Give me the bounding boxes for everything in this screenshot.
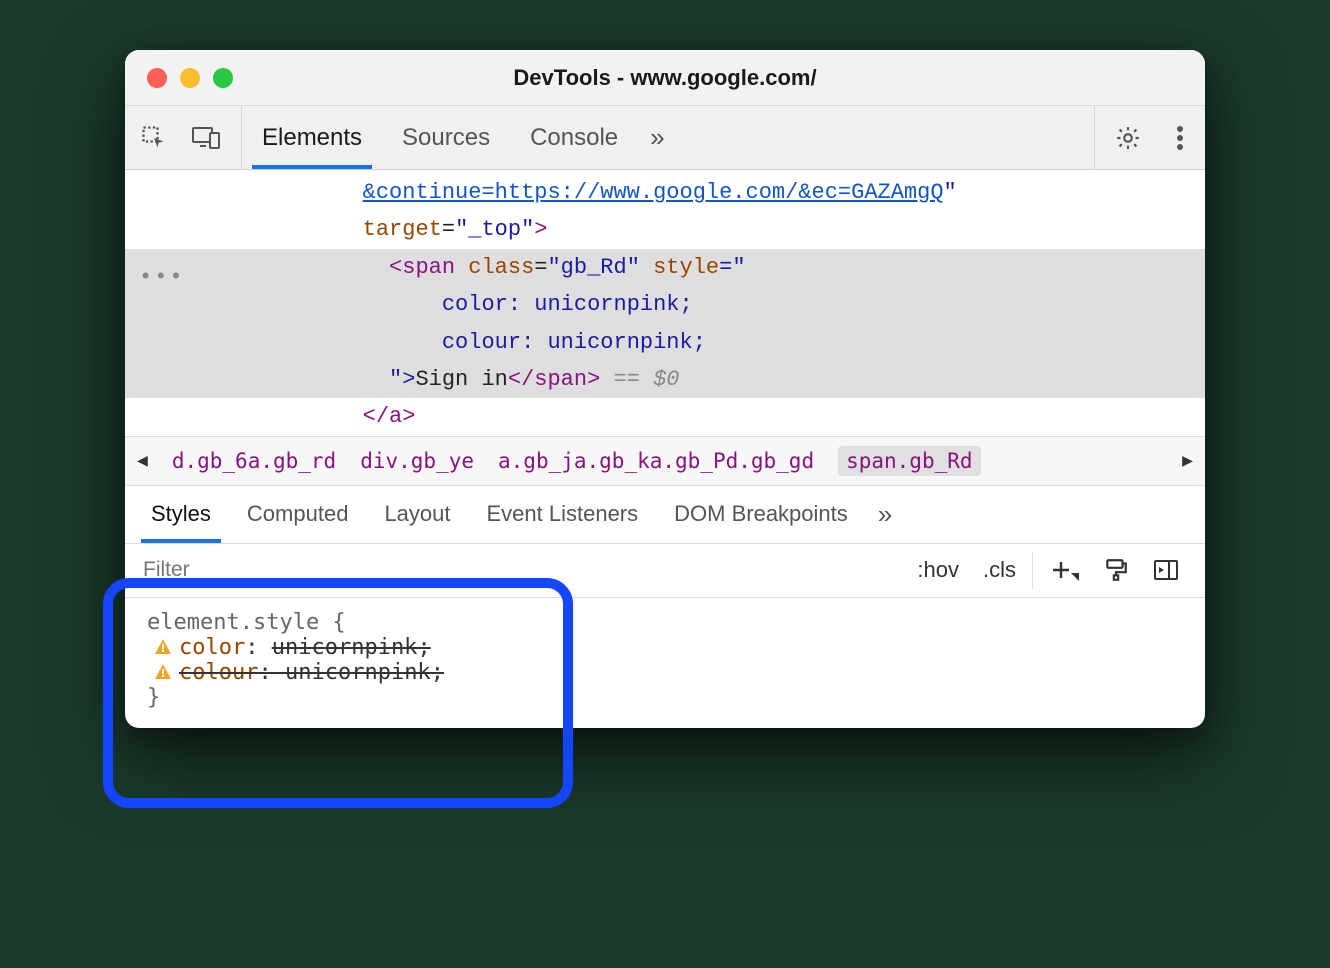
warning-icon: [153, 662, 173, 682]
breadcrumb-scroll-left-icon[interactable]: ◀: [137, 450, 148, 471]
tab-label: Elements: [262, 124, 362, 152]
kebab-menu-icon[interactable]: [1165, 123, 1195, 153]
tab-styles[interactable]: Styles: [133, 486, 229, 543]
styles-pane-tabs: Styles Computed Layout Event Listeners D…: [125, 486, 1205, 544]
main-toolbar: Elements Sources Console »: [125, 106, 1205, 170]
tab-event-listeners[interactable]: Event Listeners: [469, 486, 657, 543]
hov-toggle[interactable]: :hov: [905, 544, 971, 597]
tab-dom-breakpoints[interactable]: DOM Breakpoints: [656, 486, 866, 543]
separator: [1032, 552, 1033, 589]
dom-breadcrumb: ◀ d.gb_6a.gb_rd div.gb_ye a.gb_ja.gb_ka.…: [125, 436, 1205, 486]
toggle-sidebar-icon[interactable]: [1141, 544, 1191, 597]
tab-elements[interactable]: Elements: [242, 106, 382, 169]
warning-icon: [153, 637, 173, 657]
tab-sources[interactable]: Sources: [382, 106, 510, 169]
traffic-lights: [125, 68, 233, 88]
inspect-element-icon[interactable]: [139, 123, 169, 153]
elements-dom-tree[interactable]: &continue=https://www.google.com/&ec=GAZ…: [125, 170, 1205, 436]
window-title: DevTools - www.google.com/: [125, 65, 1205, 91]
minimize-window-button[interactable]: [180, 68, 200, 88]
tabs-overflow-icon[interactable]: »: [638, 106, 676, 169]
css-declaration[interactable]: colour: unicornpink;: [147, 660, 1183, 685]
device-toggle-icon[interactable]: [191, 123, 221, 153]
expand-ellipsis-icon[interactable]: •••: [139, 259, 185, 296]
dom-line[interactable]: target="_top">: [125, 211, 1205, 248]
tab-layout[interactable]: Layout: [366, 486, 468, 543]
paint-format-icon[interactable]: [1091, 544, 1141, 597]
tab-label: Console: [530, 124, 618, 152]
selected-dom-node[interactable]: ••• <span class="gb_Rd" style=" color: u…: [125, 249, 1205, 399]
dom-line[interactable]: </a>: [125, 398, 1205, 435]
styles-filter-input[interactable]: [139, 556, 289, 584]
titlebar: DevTools - www.google.com/: [125, 50, 1205, 106]
breadcrumb-item[interactable]: d.gb_6a.gb_rd: [172, 449, 336, 473]
css-declaration[interactable]: color: unicornpink;: [147, 635, 1183, 660]
rule-close-brace: }: [147, 685, 1183, 710]
breadcrumb-item-selected[interactable]: span.gb_Rd: [838, 446, 980, 476]
close-window-button[interactable]: [147, 68, 167, 88]
styles-toolbar: :hov .cls: [125, 544, 1205, 598]
gear-icon[interactable]: [1113, 123, 1143, 153]
toolbar-right-group: [1094, 106, 1195, 169]
breadcrumb-scroll-right-icon[interactable]: ▶: [1182, 450, 1193, 471]
dom-line[interactable]: &continue=https://www.google.com/&ec=GAZ…: [125, 174, 1205, 211]
tab-console[interactable]: Console: [510, 106, 638, 169]
url-text: &continue=https://www.google.com/&ec=GAZ…: [363, 180, 944, 205]
tab-label: Sources: [402, 124, 490, 152]
toolbar-left-group: [139, 106, 242, 169]
rule-selector-line[interactable]: element.style {: [147, 610, 1183, 635]
breadcrumb-item[interactable]: div.gb_ye: [360, 449, 474, 473]
zoom-window-button[interactable]: [213, 68, 233, 88]
secondary-tabs-overflow-icon[interactable]: »: [866, 486, 904, 543]
panel-tabs: Elements Sources Console »: [242, 106, 1094, 169]
new-style-rule-icon[interactable]: [1037, 544, 1091, 597]
breadcrumb-item[interactable]: a.gb_ja.gb_ka.gb_Pd.gb_gd: [498, 449, 814, 473]
cls-toggle[interactable]: .cls: [971, 544, 1028, 597]
styles-rules-panel[interactable]: element.style { color: unicornpink; colo…: [125, 598, 1205, 728]
tab-computed[interactable]: Computed: [229, 486, 367, 543]
devtools-window: DevTools - www.google.com/ Elements Sour…: [125, 50, 1205, 728]
